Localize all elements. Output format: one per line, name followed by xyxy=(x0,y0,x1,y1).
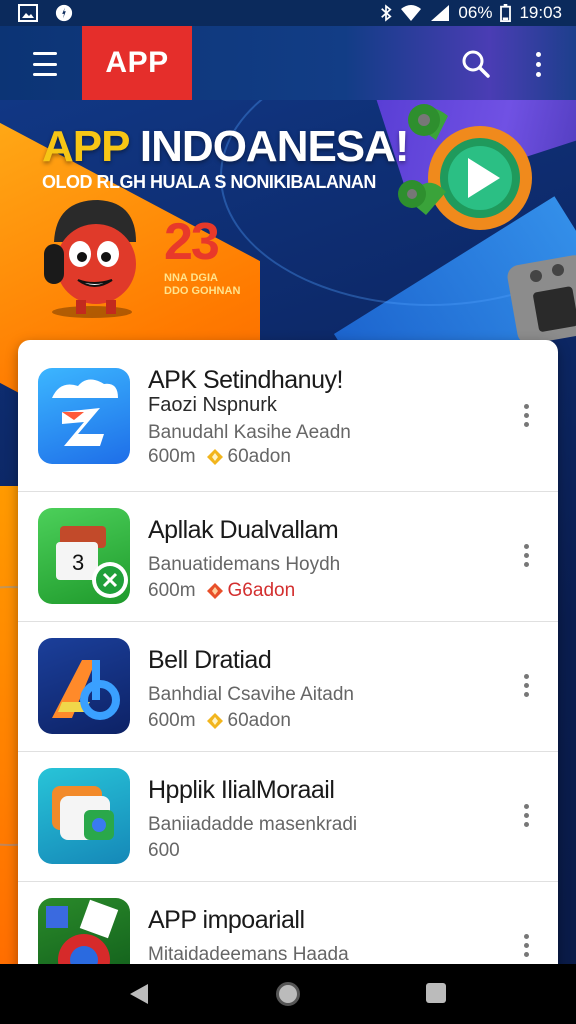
app-size: 600m xyxy=(148,446,196,467)
app-icon xyxy=(38,768,130,864)
image-notification-icon xyxy=(18,4,38,22)
more-vert-icon[interactable] xyxy=(526,46,550,82)
app-description: Banuatidemans Hoydh xyxy=(148,554,341,575)
app-meta: 600m G6adon xyxy=(148,580,295,602)
app-downloads: 60adon xyxy=(227,446,291,467)
app-icon-graphic xyxy=(52,660,120,720)
app-icon xyxy=(38,638,130,734)
banner-number: 23 xyxy=(164,213,220,271)
more-vert-icon[interactable] xyxy=(516,800,536,830)
app-bar: APP xyxy=(0,26,576,100)
app-icon-graphic xyxy=(52,379,118,446)
app-meta: 600m 60adon xyxy=(148,710,291,732)
app-description: Baniiadadde masenkradi xyxy=(148,814,358,835)
banner-subtitle: OLOD RLGH HUALA S NONIKIBALANAN xyxy=(42,172,376,192)
app-meta: 600 xyxy=(148,840,180,862)
bluetooth-icon xyxy=(381,4,393,22)
app-list: APK Setindhanuy! Faozi Nspnurk Banudahl … xyxy=(18,340,558,980)
gamepad-icon xyxy=(507,255,576,345)
app-title: Bell Dratiad xyxy=(148,646,272,674)
play-badge-icon xyxy=(398,104,532,230)
app-subtitle: Faozi Nspnurk xyxy=(148,394,277,416)
app-icon-graphic: 3 xyxy=(56,526,128,598)
home-circle-icon[interactable] xyxy=(276,982,300,1006)
battery-text: 06% xyxy=(458,3,493,22)
app-icon-graphic xyxy=(52,786,114,840)
diamond-icon xyxy=(206,713,223,729)
clock: 19:03 xyxy=(519,3,562,22)
app-notification-icon xyxy=(55,4,73,22)
app-downloads: G6adon xyxy=(227,580,296,601)
more-vert-icon[interactable] xyxy=(516,400,536,430)
back-triangle-icon[interactable] xyxy=(128,982,150,1006)
app-size: 600m xyxy=(148,710,196,731)
app-description: Banhdial Csavihe Aitadn xyxy=(148,684,354,705)
app-logo[interactable]: APP xyxy=(82,26,192,100)
more-vert-icon[interactable] xyxy=(516,540,536,570)
app-size: 600 xyxy=(148,840,180,861)
banner-small-text: NNA DGIA DDO GOHNAN xyxy=(164,272,241,297)
menu-button[interactable] xyxy=(22,50,68,78)
list-item[interactable]: Hpplik IlialMoraail Baniiadadde masenkra… xyxy=(18,752,558,882)
mascot-headphones-icon xyxy=(44,200,136,318)
app-title: APK Setindhanuy! xyxy=(148,366,343,394)
app-meta: 600m 60adon xyxy=(148,446,291,468)
app-description: Mitaidadeemans Haada xyxy=(148,944,349,965)
app-title: Apllak Dualvallam xyxy=(148,516,339,544)
menu-icon xyxy=(33,52,57,55)
recent-square-icon[interactable] xyxy=(426,983,446,1003)
app-size: 600m xyxy=(148,580,196,601)
app-description: Banudahl Kasihe Aeadn xyxy=(148,422,351,443)
app-title: Hpplik IlialMoraail xyxy=(148,776,335,804)
battery-icon xyxy=(500,4,512,22)
app-icon: 3 xyxy=(38,508,130,604)
diamond-icon xyxy=(206,583,223,599)
wifi-icon xyxy=(401,5,422,21)
list-item[interactable]: Bell Dratiad Banhdial Csavihe Aitadn 600… xyxy=(18,622,558,752)
system-nav-bar xyxy=(0,964,576,1024)
promo-banner[interactable]: APP INDOANESA! OLOD RLGH HUALA S NONIKIB… xyxy=(0,100,576,350)
app-icon xyxy=(38,368,130,464)
more-vert-icon[interactable] xyxy=(516,930,536,960)
diamond-icon xyxy=(206,449,223,465)
search-icon[interactable] xyxy=(458,46,494,82)
svg-text:3: 3 xyxy=(72,550,84,575)
status-bar: 06% 19:03 xyxy=(0,0,576,26)
app-title: APP impoariall xyxy=(148,906,305,934)
signal-icon xyxy=(431,5,450,21)
app-downloads: 60adon xyxy=(227,710,291,731)
banner-title: APP INDOANESA! xyxy=(42,122,410,171)
list-item[interactable]: APK Setindhanuy! Faozi Nspnurk Banudahl … xyxy=(18,340,558,492)
more-vert-icon[interactable] xyxy=(516,670,536,700)
list-item[interactable]: 3 Apllak Dualvallam Banuatidemans Hoydh … xyxy=(18,492,558,622)
